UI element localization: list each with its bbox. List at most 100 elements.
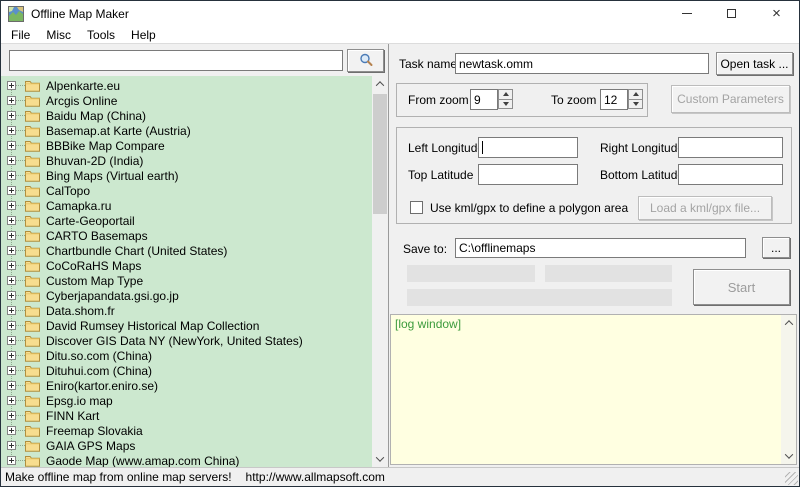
log-text: [log window] (395, 317, 462, 331)
spin-up-button[interactable] (498, 89, 513, 100)
tree-item[interactable]: Eniro(kartor.eniro.se) (1, 378, 372, 393)
expand-plus-icon[interactable] (7, 231, 16, 240)
use-kml-checkbox[interactable] (410, 201, 423, 214)
load-kml-button[interactable]: Load a kml/gpx file... (638, 196, 772, 220)
tree-item[interactable]: Arcgis Online (1, 93, 372, 108)
expand-plus-icon[interactable] (7, 276, 16, 285)
tree-item[interactable]: Epsg.io map (1, 393, 372, 408)
expand-plus-icon[interactable] (7, 156, 16, 165)
folder-icon (25, 426, 40, 437)
tree-item-label: CoCoRaHS Maps (46, 258, 142, 273)
expand-plus-icon[interactable] (7, 396, 16, 405)
tree-connector (16, 445, 25, 446)
expand-plus-icon[interactable] (7, 321, 16, 330)
expand-plus-icon[interactable] (7, 216, 16, 225)
custom-parameters-button[interactable]: Custom Parameters (671, 85, 790, 113)
minimize-button[interactable] (664, 1, 709, 26)
expand-plus-icon[interactable] (7, 306, 16, 315)
folder-icon (25, 216, 40, 227)
bottom-latitude-input[interactable] (678, 164, 783, 185)
tree-item[interactable]: BBBike Map Compare (1, 138, 372, 153)
expand-plus-icon[interactable] (7, 81, 16, 90)
resize-grip-icon[interactable] (785, 472, 798, 485)
tree-connector (16, 265, 25, 266)
from-zoom-input[interactable] (470, 89, 498, 110)
scrollbar-thumb[interactable] (373, 94, 387, 214)
tree-item[interactable]: Carte-Geoportail (1, 213, 372, 228)
tree-item[interactable]: Bhuvan-2D (India) (1, 153, 372, 168)
tree-item[interactable]: CARTO Basemaps (1, 228, 372, 243)
tree-item-label: Dituhui.com (China) (46, 363, 153, 378)
right-longitude-input[interactable] (678, 137, 783, 158)
tree-scrollbar[interactable] (372, 76, 388, 467)
menu-item[interactable]: Help (123, 26, 164, 44)
expand-plus-icon[interactable] (7, 456, 16, 465)
menu-item[interactable]: File (3, 26, 38, 44)
expand-plus-icon[interactable] (7, 366, 16, 375)
tree-item[interactable]: Ditu.so.com (China) (1, 348, 372, 363)
scroll-down-button[interactable] (372, 451, 388, 467)
tree-item[interactable]: Bing Maps (Virtual earth) (1, 168, 372, 183)
tree-item[interactable]: Alpenkarte.eu (1, 78, 372, 93)
tree-connector (16, 460, 25, 461)
save-to-input[interactable] (455, 238, 746, 258)
tree-item[interactable]: GAIA GPS Maps (1, 438, 372, 453)
to-zoom-input[interactable] (600, 89, 628, 110)
tree-item[interactable]: CoCoRaHS Maps (1, 258, 372, 273)
tree-item[interactable]: Gaode Map (www.amap.com China) (1, 453, 372, 467)
tree-connector (16, 115, 25, 116)
expand-plus-icon[interactable] (7, 246, 16, 255)
spin-down-button[interactable] (628, 99, 643, 109)
scroll-up-button[interactable] (781, 315, 796, 331)
expand-plus-icon[interactable] (7, 411, 16, 420)
expand-plus-icon[interactable] (7, 261, 16, 270)
scroll-down-button[interactable] (781, 448, 796, 464)
expand-plus-icon[interactable] (7, 336, 16, 345)
expand-plus-icon[interactable] (7, 441, 16, 450)
browse-button[interactable]: ... (762, 237, 790, 258)
tree-item[interactable]: Cyberjapandata.gsi.go.jp (1, 288, 372, 303)
search-button[interactable] (347, 48, 384, 72)
expand-plus-icon[interactable] (7, 186, 16, 195)
tree-item[interactable]: Camapka.ru (1, 198, 372, 213)
expand-plus-icon[interactable] (7, 96, 16, 105)
tree-item[interactable]: Data.shom.fr (1, 303, 372, 318)
tree-item[interactable]: Basemap.at Karte (Austria) (1, 123, 372, 138)
spin-down-button[interactable] (498, 99, 513, 109)
spin-up-button[interactable] (628, 89, 643, 100)
tree-item[interactable]: Baidu Map (China) (1, 108, 372, 123)
tree-item-label: CARTO Basemaps (46, 228, 148, 243)
close-button[interactable]: × (754, 1, 799, 26)
expand-plus-icon[interactable] (7, 291, 16, 300)
log-scrollbar[interactable] (781, 315, 796, 464)
tree-item[interactable]: CalTopo (1, 183, 372, 198)
tree-item[interactable]: Chartbundle Chart (United States) (1, 243, 372, 258)
expand-plus-icon[interactable] (7, 111, 16, 120)
tree-item[interactable]: David Rumsey Historical Map Collection (1, 318, 372, 333)
folder-icon (25, 276, 40, 287)
scroll-up-button[interactable] (372, 76, 388, 92)
task-name-input[interactable] (455, 53, 709, 74)
tree-item[interactable]: FINN Kart (1, 408, 372, 423)
tree-connector (16, 355, 25, 356)
search-input[interactable] (9, 49, 343, 71)
expand-plus-icon[interactable] (7, 141, 16, 150)
expand-plus-icon[interactable] (7, 426, 16, 435)
tree-item[interactable]: Freemap Slovakia (1, 423, 372, 438)
expand-plus-icon[interactable] (7, 126, 16, 135)
maximize-button[interactable] (709, 1, 754, 26)
tree-item[interactable]: Custom Map Type (1, 273, 372, 288)
expand-plus-icon[interactable] (7, 351, 16, 360)
left-longitude-input[interactable] (478, 137, 578, 158)
tree-item[interactable]: Dituhui.com (China) (1, 363, 372, 378)
top-latitude-input[interactable] (478, 164, 578, 185)
tree-item[interactable]: Discover GIS Data NY (NewYork, United St… (1, 333, 372, 348)
open-task-button[interactable]: Open task ... (716, 52, 793, 75)
menu-item[interactable]: Misc (38, 26, 79, 44)
expand-plus-icon[interactable] (7, 201, 16, 210)
expand-plus-icon[interactable] (7, 381, 16, 390)
menu-item[interactable]: Tools (79, 26, 123, 44)
expand-plus-icon[interactable] (7, 171, 16, 180)
start-button[interactable]: Start (693, 269, 790, 305)
tree-item-label: Custom Map Type (46, 273, 144, 288)
